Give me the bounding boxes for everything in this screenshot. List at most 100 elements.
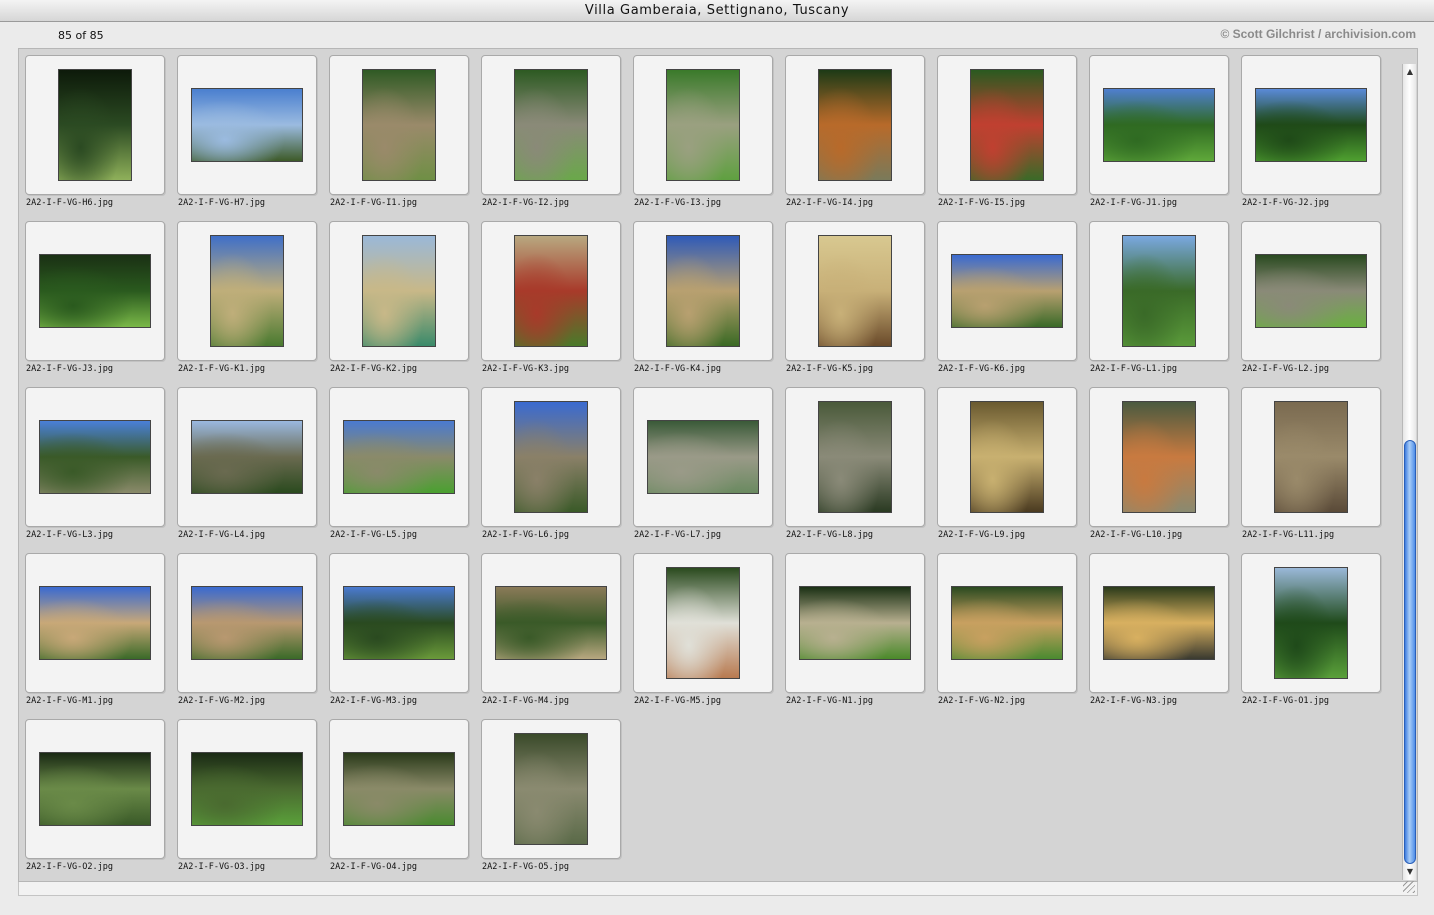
- thumbnail-image[interactable]: [514, 69, 588, 181]
- slide-mount[interactable]: [25, 221, 165, 361]
- thumbnail-item[interactable]: 2A2-I-F-VG-O5.jpg: [475, 713, 627, 873]
- thumbnail-image[interactable]: [666, 235, 740, 347]
- slide-mount[interactable]: [329, 55, 469, 195]
- slide-mount[interactable]: [785, 55, 925, 195]
- thumbnail-image[interactable]: [970, 69, 1044, 181]
- thumbnail-item[interactable]: 2A2-I-F-VG-L3.jpg: [19, 381, 171, 541]
- thumbnail-image[interactable]: [666, 567, 740, 679]
- slide-mount[interactable]: [1089, 221, 1229, 361]
- scroll-thumb[interactable]: [1404, 440, 1416, 864]
- slide-mount[interactable]: [937, 387, 1077, 527]
- thumbnail-image[interactable]: [495, 586, 607, 660]
- thumbnail-item[interactable]: 2A2-I-F-VG-K3.jpg: [475, 215, 627, 375]
- thumbnail-item[interactable]: 2A2-I-F-VG-J1.jpg: [1083, 49, 1235, 209]
- slide-mount[interactable]: [177, 55, 317, 195]
- thumbnail-item[interactable]: 2A2-I-F-VG-K1.jpg: [171, 215, 323, 375]
- thumbnail-item[interactable]: 2A2-I-F-VG-L6.jpg: [475, 381, 627, 541]
- thumbnail-image[interactable]: [818, 69, 892, 181]
- slide-mount[interactable]: [177, 221, 317, 361]
- thumbnail-item[interactable]: 2A2-I-F-VG-L2.jpg: [1235, 215, 1387, 375]
- slide-mount[interactable]: [481, 553, 621, 693]
- thumbnail-item[interactable]: 2A2-I-F-VG-I4.jpg: [779, 49, 931, 209]
- thumbnail-image[interactable]: [951, 254, 1063, 328]
- thumbnail-item[interactable]: 2A2-I-F-VG-L8.jpg: [779, 381, 931, 541]
- thumbnail-item[interactable]: 2A2-I-F-VG-J2.jpg: [1235, 49, 1387, 209]
- slide-mount[interactable]: [177, 553, 317, 693]
- thumbnail-image[interactable]: [818, 235, 892, 347]
- thumbnail-item[interactable]: 2A2-I-F-VG-O2.jpg: [19, 713, 171, 873]
- slide-mount[interactable]: [937, 221, 1077, 361]
- thumbnail-image[interactable]: [514, 401, 588, 513]
- thumbnail-item[interactable]: 2A2-I-F-VG-I5.jpg: [931, 49, 1083, 209]
- thumbnail-item[interactable]: 2A2-I-F-VG-N1.jpg: [779, 547, 931, 707]
- thumbnail-image[interactable]: [666, 69, 740, 181]
- thumbnail-image[interactable]: [191, 420, 303, 494]
- resize-grip-icon[interactable]: [1403, 881, 1415, 893]
- slide-mount[interactable]: [25, 387, 165, 527]
- thumbnail-item[interactable]: 2A2-I-F-VG-M5.jpg: [627, 547, 779, 707]
- thumbnail-item[interactable]: 2A2-I-F-VG-N3.jpg: [1083, 547, 1235, 707]
- thumbnail-image[interactable]: [1274, 401, 1348, 513]
- thumbnail-item[interactable]: 2A2-I-F-VG-L11.jpg: [1235, 381, 1387, 541]
- thumbnail-image[interactable]: [39, 254, 151, 328]
- slide-mount[interactable]: [25, 55, 165, 195]
- thumbnail-image[interactable]: [191, 586, 303, 660]
- slide-mount[interactable]: [1089, 553, 1229, 693]
- thumbnail-image[interactable]: [818, 401, 892, 513]
- slide-mount[interactable]: [481, 387, 621, 527]
- thumbnail-item[interactable]: 2A2-I-F-VG-K2.jpg: [323, 215, 475, 375]
- thumbnail-image[interactable]: [1103, 586, 1215, 660]
- thumbnail-item[interactable]: 2A2-I-F-VG-H7.jpg: [171, 49, 323, 209]
- thumbnail-item[interactable]: 2A2-I-F-VG-N2.jpg: [931, 547, 1083, 707]
- thumbnail-item[interactable]: 2A2-I-F-VG-L1.jpg: [1083, 215, 1235, 375]
- slide-mount[interactable]: [481, 221, 621, 361]
- thumbnail-item[interactable]: 2A2-I-F-VG-K6.jpg: [931, 215, 1083, 375]
- thumbnail-image[interactable]: [647, 420, 759, 494]
- slide-mount[interactable]: [1241, 387, 1381, 527]
- thumbnail-image[interactable]: [343, 752, 455, 826]
- slide-mount[interactable]: [329, 719, 469, 859]
- slide-mount[interactable]: [329, 221, 469, 361]
- thumbnail-image[interactable]: [1122, 235, 1196, 347]
- thumbnail-item[interactable]: 2A2-I-F-VG-L7.jpg: [627, 381, 779, 541]
- slide-mount[interactable]: [1089, 55, 1229, 195]
- slide-mount[interactable]: [937, 55, 1077, 195]
- thumbnail-item[interactable]: 2A2-I-F-VG-K5.jpg: [779, 215, 931, 375]
- slide-mount[interactable]: [329, 387, 469, 527]
- thumbnail-item[interactable]: 2A2-I-F-VG-K4.jpg: [627, 215, 779, 375]
- slide-mount[interactable]: [785, 221, 925, 361]
- thumbnail-item[interactable]: 2A2-I-F-VG-L4.jpg: [171, 381, 323, 541]
- thumbnail-image[interactable]: [39, 420, 151, 494]
- thumbnail-item[interactable]: 2A2-I-F-VG-I1.jpg: [323, 49, 475, 209]
- slide-mount[interactable]: [1241, 221, 1381, 361]
- thumbnail-image[interactable]: [39, 752, 151, 826]
- thumbnail-image[interactable]: [799, 586, 911, 660]
- thumbnail-item[interactable]: 2A2-I-F-VG-O3.jpg: [171, 713, 323, 873]
- thumbnail-image[interactable]: [1103, 88, 1215, 162]
- slide-mount[interactable]: [25, 553, 165, 693]
- thumbnail-image[interactable]: [362, 69, 436, 181]
- slide-mount[interactable]: [633, 221, 773, 361]
- thumbnail-image[interactable]: [191, 752, 303, 826]
- thumbnail-item[interactable]: 2A2-I-F-VG-H6.jpg: [19, 49, 171, 209]
- thumbnail-image[interactable]: [343, 420, 455, 494]
- thumbnail-image[interactable]: [1122, 401, 1196, 513]
- thumbnail-item[interactable]: 2A2-I-F-VG-J3.jpg: [19, 215, 171, 375]
- thumbnail-image[interactable]: [58, 69, 132, 181]
- slide-mount[interactable]: [633, 387, 773, 527]
- thumbnail-image[interactable]: [970, 401, 1044, 513]
- thumbnail-image[interactable]: [39, 586, 151, 660]
- slide-mount[interactable]: [785, 553, 925, 693]
- thumbnail-image[interactable]: [1255, 254, 1367, 328]
- thumbnail-item[interactable]: 2A2-I-F-VG-L9.jpg: [931, 381, 1083, 541]
- thumbnail-item[interactable]: 2A2-I-F-VG-O4.jpg: [323, 713, 475, 873]
- slide-mount[interactable]: [481, 55, 621, 195]
- thumbnail-image[interactable]: [1274, 567, 1348, 679]
- thumbnail-image[interactable]: [362, 235, 436, 347]
- thumbnail-image[interactable]: [514, 235, 588, 347]
- scroll-down-icon[interactable]: ▼: [1403, 865, 1417, 879]
- slide-mount[interactable]: [785, 387, 925, 527]
- slide-mount[interactable]: [1241, 553, 1381, 693]
- slide-mount[interactable]: [1241, 55, 1381, 195]
- thumbnail-item[interactable]: 2A2-I-F-VG-L10.jpg: [1083, 381, 1235, 541]
